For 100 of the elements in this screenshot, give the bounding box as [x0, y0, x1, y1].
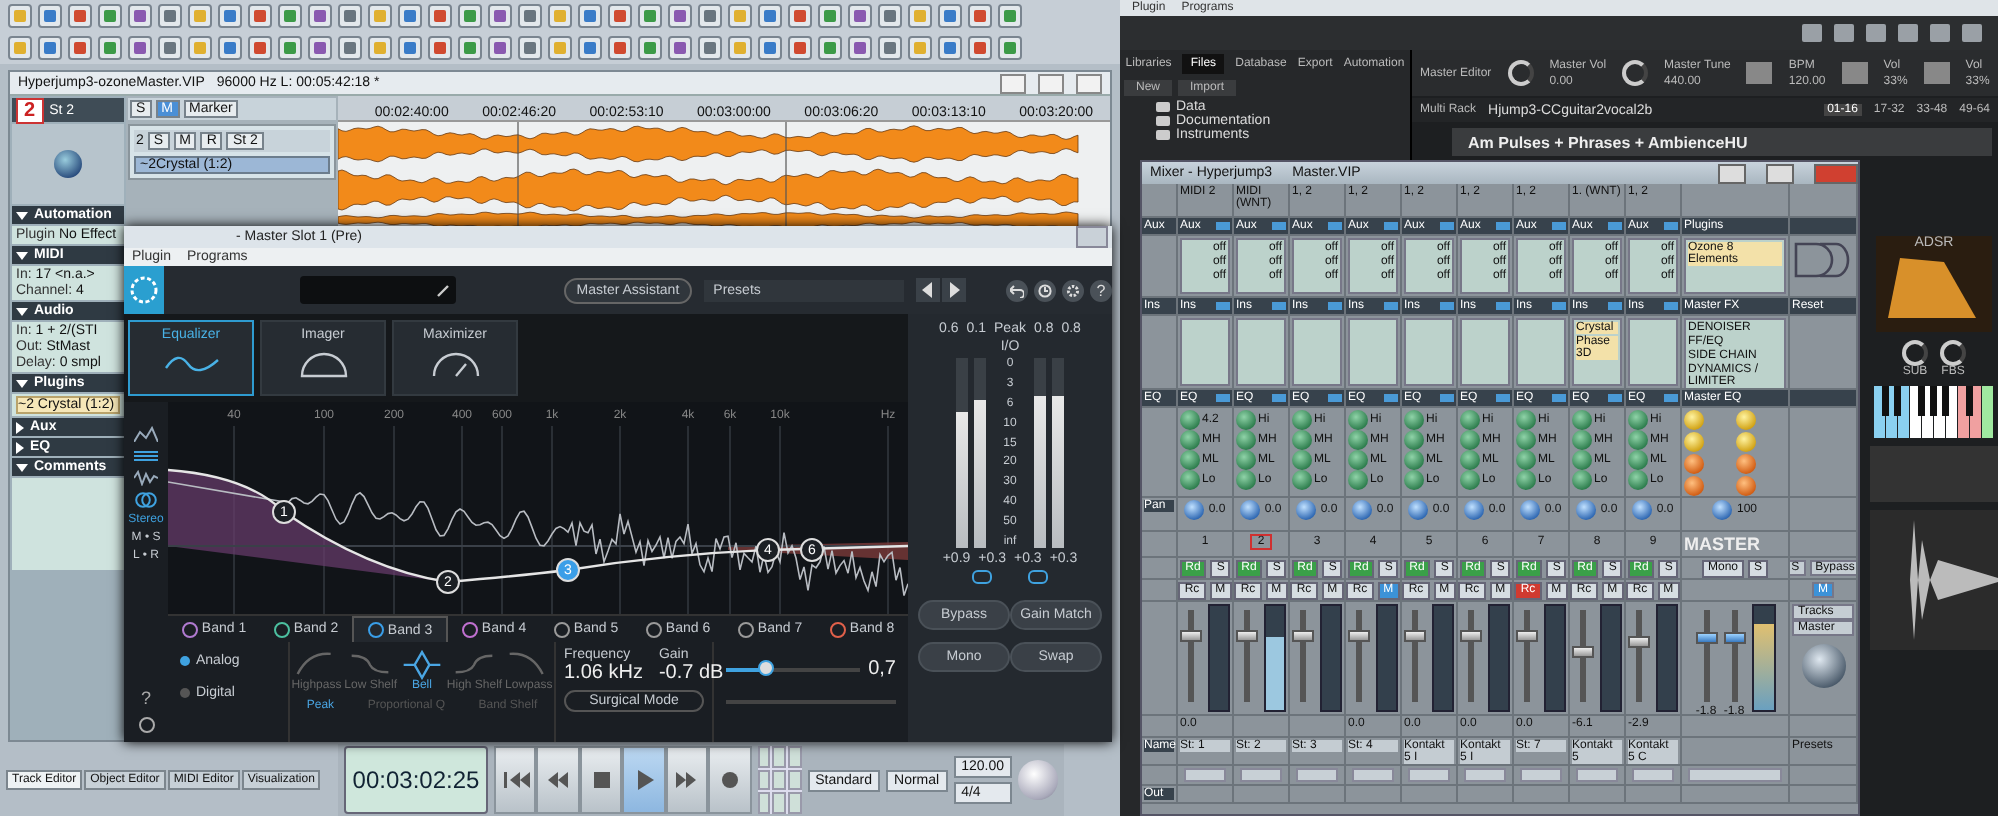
toolbar-button[interactable]: [188, 4, 212, 28]
toolbar-button[interactable]: [518, 36, 542, 60]
minimize-button[interactable]: [1000, 73, 1026, 93]
close-button[interactable]: [1076, 73, 1102, 93]
stereo-icon[interactable]: [134, 492, 158, 508]
toolbar-button[interactable]: [788, 4, 812, 28]
toolbar-button[interactable]: [548, 4, 572, 28]
undo-icon[interactable]: [1006, 279, 1029, 301]
pan-knob[interactable]: [54, 150, 82, 178]
toggle-indicator[interactable]: [1608, 302, 1622, 310]
toolbar-button[interactable]: [488, 36, 512, 60]
toggle-indicator[interactable]: [1440, 222, 1454, 230]
toolbar-button[interactable]: [218, 4, 242, 28]
toolbar-button[interactable]: [548, 36, 572, 60]
fader-thumb[interactable]: [1723, 631, 1745, 644]
instrument-name[interactable]: Am Pulses + Phrases + AmbienceHU: [1452, 128, 1992, 156]
toolbar-button[interactable]: [38, 4, 62, 28]
toolbar-button[interactable]: [668, 36, 692, 60]
toolbar-button[interactable]: [878, 4, 902, 28]
toolbar-button[interactable]: [368, 36, 392, 60]
jog-knob[interactable]: [1018, 760, 1058, 800]
record-button[interactable]: [708, 746, 752, 814]
pan-knob[interactable]: [1184, 500, 1205, 520]
toolbar-button[interactable]: [488, 4, 512, 28]
pan-knob[interactable]: [1240, 500, 1261, 520]
output-dropdown[interactable]: [1296, 768, 1338, 782]
pan-knob[interactable]: [1296, 500, 1317, 520]
toolbar-button[interactable]: [458, 4, 482, 28]
output-dropdown[interactable]: [1576, 768, 1618, 782]
pan-knob[interactable]: [1632, 500, 1653, 520]
toolbar-button[interactable]: [398, 4, 422, 28]
toolbar-button[interactable]: [578, 4, 602, 28]
toggle-indicator[interactable]: [1384, 222, 1398, 230]
toolbar-button[interactable]: [848, 4, 872, 28]
toggle-indicator[interactable]: [1496, 222, 1510, 230]
output-dropdown[interactable]: [1240, 768, 1282, 782]
start-button[interactable]: [494, 746, 537, 814]
toggle-indicator[interactable]: [1272, 394, 1286, 402]
toolbar-button[interactable]: [758, 4, 782, 28]
toolbar-button[interactable]: [998, 4, 1022, 28]
toggle-indicator[interactable]: [1384, 302, 1398, 310]
toggle-indicator[interactable]: [1440, 302, 1454, 310]
toolbar-button[interactable]: [158, 4, 182, 28]
toggle-indicator[interactable]: [1384, 394, 1398, 402]
fader-thumb[interactable]: [1348, 629, 1370, 642]
volume-dial[interactable]: [1507, 60, 1534, 86]
toggle-indicator[interactable]: [1440, 394, 1454, 402]
toolbar-button[interactable]: [728, 36, 752, 60]
history-icon[interactable]: [1034, 279, 1057, 301]
toolbar-button[interactable]: [458, 36, 482, 60]
toolbar-button[interactable]: [248, 4, 272, 28]
toolbar-button[interactable]: [968, 36, 992, 60]
toolbar-button[interactable]: [278, 36, 302, 60]
close-button[interactable]: [1814, 163, 1858, 183]
fader-thumb[interactable]: [1628, 636, 1650, 649]
knob-icon[interactable]: [1940, 340, 1966, 366]
output-dropdown[interactable]: [1408, 768, 1450, 782]
toolbar-button[interactable]: [518, 4, 542, 28]
pan-knob[interactable]: [1464, 500, 1485, 520]
toggle-indicator[interactable]: [1664, 222, 1678, 230]
toolbar-button[interactable]: [68, 36, 92, 60]
toggle-indicator[interactable]: [1328, 394, 1342, 402]
maximize-button[interactable]: [1038, 73, 1064, 93]
fader-thumb[interactable]: [1695, 631, 1717, 644]
toggle-indicator[interactable]: [1608, 394, 1622, 402]
toolbar-button[interactable]: [758, 36, 782, 60]
toggle-indicator[interactable]: [1664, 302, 1678, 310]
toolbar-button[interactable]: [638, 4, 662, 28]
rewind-button[interactable]: [536, 746, 580, 814]
fader-thumb[interactable]: [1236, 629, 1258, 642]
toolbar-button[interactable]: [128, 4, 152, 28]
output-dropdown[interactable]: [1688, 768, 1782, 782]
toolbar-button[interactable]: [308, 36, 332, 60]
output-dropdown[interactable]: [1352, 768, 1394, 782]
toolbar-button[interactable]: [278, 4, 302, 28]
play-button[interactable]: [622, 746, 666, 814]
volume-dial[interactable]: [1622, 60, 1649, 86]
toggle-indicator[interactable]: [1216, 302, 1230, 310]
toolbar-button[interactable]: [908, 36, 932, 60]
pan-knob[interactable]: [1712, 500, 1733, 520]
toolbar-button[interactable]: [308, 4, 332, 28]
toolbar-button[interactable]: [878, 36, 902, 60]
maximize-button[interactable]: [1766, 163, 1794, 183]
toggle-indicator[interactable]: [1272, 302, 1286, 310]
fader-thumb[interactable]: [1572, 645, 1594, 658]
output-dropdown[interactable]: [1184, 768, 1226, 782]
stop-button[interactable]: [579, 746, 623, 814]
pan-knob[interactable]: [1352, 500, 1373, 520]
toggle-indicator[interactable]: [1328, 302, 1342, 310]
toolbar-button[interactable]: [998, 36, 1022, 60]
toolbar-button[interactable]: [158, 36, 182, 60]
preset-name-field[interactable]: [299, 276, 457, 304]
frequency-value[interactable]: 1.06 kHz: [564, 662, 643, 684]
toggle-indicator[interactable]: [1272, 222, 1286, 230]
output-knob[interactable]: [1801, 644, 1845, 688]
help-button[interactable]: ?: [1090, 279, 1113, 301]
toolbar-button[interactable]: [608, 36, 632, 60]
comments-field[interactable]: [12, 478, 124, 570]
toolbar-button[interactable]: [848, 36, 872, 60]
toolbar-button[interactable]: [8, 36, 32, 60]
